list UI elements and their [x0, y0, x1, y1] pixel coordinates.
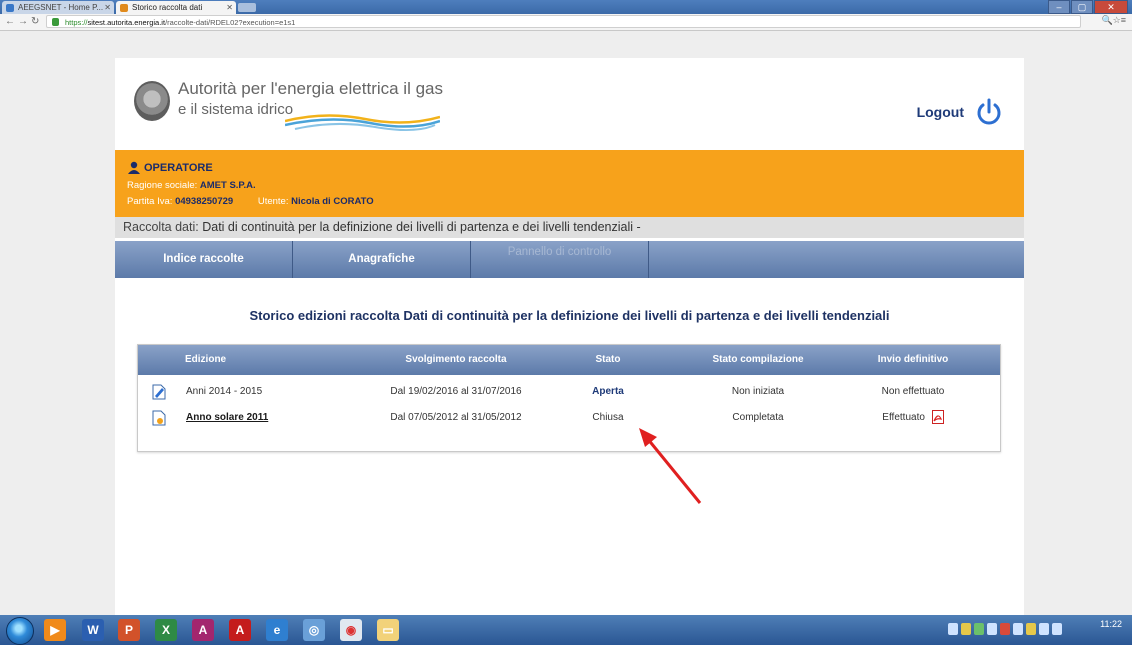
stato-cell: Chiusa	[592, 412, 624, 423]
tray-icon[interactable]	[948, 623, 958, 635]
col-stato-compilazione: Stato compilazione	[712, 354, 804, 365]
media-player-icon[interactable]: ▶	[44, 619, 66, 641]
system-tray	[948, 623, 1062, 637]
compilazione-cell: Non iniziata	[731, 386, 785, 397]
utente-label: Utente:	[257, 196, 289, 207]
close-tab-icon[interactable]: ✕	[104, 1, 111, 14]
partita-iva-line: Partita Iva: 04938250729 Utente: Nicola …	[127, 196, 374, 207]
nav-pannello-controllo[interactable]: Pannello di controllo	[471, 241, 649, 278]
operator-panel: OPERATORE Ragione sociale: AMET S.P.A. P…	[115, 150, 1024, 217]
ragione-sociale-line: Ragione sociale: AMET S.P.A.	[127, 180, 256, 191]
minimize-button[interactable]: –	[1048, 0, 1070, 14]
republic-emblem-icon	[134, 81, 170, 121]
site-header: Autorità per l'energia elettrica il gas …	[115, 58, 1024, 148]
start-button[interactable]	[6, 617, 34, 645]
ragione-sociale-label: Ragione sociale:	[127, 180, 198, 191]
url-host: sitest.autorita.energia.it	[87, 18, 166, 27]
window-controls: – ▢ ✕	[1047, 0, 1128, 14]
edizione-cell: Anni 2014 - 2015	[186, 386, 263, 397]
taskbar-clock[interactable]: 11:22	[1100, 619, 1122, 630]
zoom-star-icons[interactable]: 🔍☆≡	[1101, 15, 1126, 26]
svolgimento-cell: Dal 19/02/2016 al 31/07/2016	[390, 386, 522, 397]
partita-iva-label: Partita Iva:	[127, 196, 173, 207]
tray-icon[interactable]	[1000, 623, 1010, 635]
partita-iva-value: 04938250729	[175, 196, 234, 207]
back-arrow-icon[interactable]: ←	[5, 15, 15, 29]
table-row: Anno solare 2011 Dal 07/05/2012 al 31/05…	[138, 405, 1000, 431]
windows-taskbar: ▶ W P X A A e ◎ ◉ ▭ 11:22	[0, 615, 1132, 645]
raccolta-label: Raccolta dati:	[123, 220, 199, 234]
tab-label: AEEGSNET - Home P...	[18, 3, 104, 12]
stato-aperta-link[interactable]: Aperta	[568, 379, 648, 405]
tray-icon[interactable]	[1013, 623, 1023, 635]
excel-icon[interactable]: X	[155, 619, 177, 641]
col-svolgimento: Svolgimento raccolta	[405, 354, 507, 365]
maximize-button[interactable]: ▢	[1071, 0, 1093, 14]
operator-title-label: OPERATORE	[144, 161, 213, 174]
file-explorer-icon[interactable]: ▭	[377, 619, 399, 641]
site-favicon-icon	[6, 4, 14, 12]
invio-label: Effettuato	[882, 412, 925, 423]
ragione-sociale-value: AMET S.P.A.	[199, 180, 256, 191]
tray-icon[interactable]	[1026, 623, 1036, 635]
col-invio-definitivo: Invio definitivo	[877, 354, 949, 365]
page-viewport: Autorità per l'energia elettrica il gas …	[0, 31, 1132, 615]
table-row: Anni 2014 - 2015 Dal 19/02/2016 al 31/07…	[138, 379, 1000, 405]
reload-icon[interactable]: ↻	[31, 15, 39, 29]
access-icon[interactable]: A	[192, 619, 214, 641]
site-favicon-icon	[120, 4, 128, 12]
raccolta-breadcrumb: Raccolta dati: Dati di continuità per la…	[115, 217, 1024, 238]
tray-icon[interactable]	[987, 623, 997, 635]
close-tab-icon[interactable]: ✕	[226, 1, 233, 14]
acrobat-icon[interactable]: A	[229, 619, 251, 641]
invio-cell: Non effettuato	[881, 386, 945, 397]
power-icon[interactable]	[974, 97, 1004, 127]
raccolta-value: Dati di continuità per la definizione de…	[202, 220, 641, 234]
browser-tabstrip: AEEGSNET - Home P... ✕ Storico raccolta …	[0, 0, 1132, 14]
svolgimento-cell: Dal 07/05/2012 al 31/05/2012	[390, 412, 522, 423]
internet-explorer-icon[interactable]: e	[266, 619, 288, 641]
browser-tab-aeegsnet[interactable]: AEEGSNET - Home P... ✕	[2, 1, 114, 14]
nav-indice-raccolte[interactable]: Indice raccolte	[115, 241, 293, 278]
powerpoint-icon[interactable]: P	[118, 619, 140, 641]
forward-arrow-icon[interactable]: →	[18, 15, 28, 29]
user-icon	[128, 161, 140, 174]
close-window-button[interactable]: ✕	[1094, 0, 1128, 14]
col-stato: Stato	[595, 354, 621, 365]
url-scheme: https://	[65, 18, 88, 27]
table-header: Edizione Svolgimento raccolta Stato Stat…	[138, 345, 1000, 375]
edizione-link[interactable]: Anno solare 2011	[186, 405, 306, 431]
pdf-icon[interactable]	[931, 410, 944, 425]
tray-icon[interactable]	[974, 623, 984, 635]
logo-waves-icon	[285, 114, 440, 131]
utente-value: Nicola di CORATO	[291, 196, 374, 207]
app-icon[interactable]: ◎	[303, 619, 325, 641]
editions-table: Edizione Svolgimento raccolta Stato Stat…	[137, 344, 1001, 452]
compilazione-cell: Completata	[732, 412, 784, 423]
tray-icon[interactable]	[961, 623, 971, 635]
new-tab-button[interactable]	[238, 3, 256, 12]
tab-label: Storico raccolta dati	[132, 3, 203, 12]
operator-title: OPERATORE	[127, 161, 213, 174]
network-icon[interactable]	[1039, 623, 1049, 635]
page-card: Autorità per l'energia elettrica il gas …	[115, 58, 1024, 615]
volume-icon[interactable]	[1052, 623, 1062, 635]
nav-anagrafiche[interactable]: Anagrafiche	[293, 241, 471, 278]
main-nav: Indice raccolte Anagrafiche Pannello di …	[115, 241, 1024, 278]
edit-document-icon[interactable]	[152, 384, 166, 400]
lock-icon	[52, 18, 59, 26]
browser-tab-storico[interactable]: Storico raccolta dati ✕	[116, 1, 236, 14]
org-name-line2: e il sistema idrico	[178, 101, 294, 118]
chrome-icon[interactable]: ◉	[340, 619, 362, 641]
address-bar[interactable]: https://sitest.autorita.energia.it/racco…	[46, 15, 1081, 28]
logout-link[interactable]: Logout	[917, 104, 964, 120]
url-path: /raccolte-dati/RDEL02?execution=e1s1	[165, 18, 296, 27]
word-icon[interactable]: W	[82, 619, 104, 641]
col-edizione: Edizione	[185, 354, 227, 365]
invio-cell: Effettuato	[848, 405, 978, 431]
view-document-icon[interactable]	[152, 410, 166, 426]
page-title: Storico edizioni raccolta Dati di contin…	[249, 308, 890, 323]
org-name-line1: Autorità per l'energia elettrica il gas	[178, 79, 443, 98]
browser-toolbar: ← → ↻ https://sitest.autorita.energia.it…	[0, 14, 1132, 31]
